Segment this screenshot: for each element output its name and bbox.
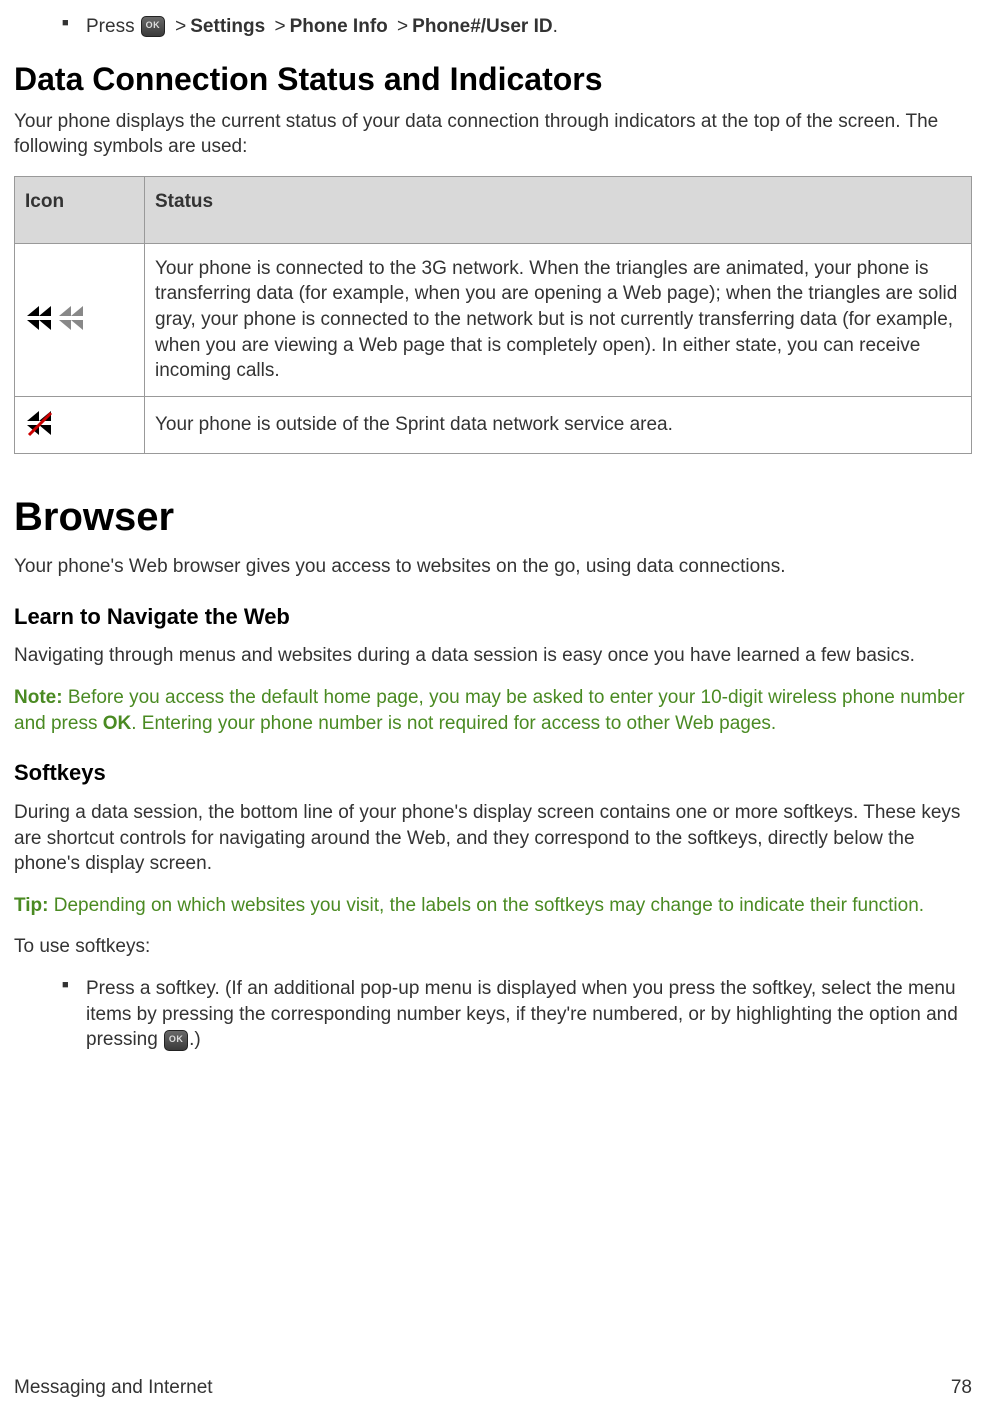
heading-softkeys: Softkeys bbox=[14, 758, 972, 788]
status-table: Icon Status Your phone is connected to t… bbox=[14, 176, 972, 454]
th-icon: Icon bbox=[15, 177, 145, 244]
intro-list: Press >Settings >Phone Info >Phone#/User… bbox=[14, 14, 972, 40]
use-softkeys-lead: To use softkeys: bbox=[14, 934, 972, 960]
th-status: Status bbox=[145, 177, 972, 244]
footer-section: Messaging and Internet bbox=[14, 1375, 213, 1401]
para-browser: Your phone's Web browser gives you acces… bbox=[14, 554, 972, 580]
para-softkeys: During a data session, the bottom line o… bbox=[14, 800, 972, 877]
tip-text: Depending on which websites you visit, t… bbox=[48, 895, 924, 916]
greater-icon: > bbox=[397, 16, 408, 37]
ok-icon bbox=[141, 16, 165, 37]
greater-icon: > bbox=[274, 16, 285, 37]
bullet-text-after: .) bbox=[189, 1029, 201, 1050]
footer-page-number: 78 bbox=[951, 1375, 972, 1401]
signal-3g-icon bbox=[25, 304, 89, 336]
note-ok: OK bbox=[103, 713, 132, 734]
table-row: Your phone is connected to the 3G networ… bbox=[15, 243, 972, 396]
tip-label: Tip: bbox=[14, 895, 48, 916]
press-label: Press bbox=[86, 16, 140, 37]
note-label: Note: bbox=[14, 687, 63, 708]
intro-bullet: Press >Settings >Phone Info >Phone#/User… bbox=[62, 14, 972, 40]
softkeys-list: Press a softkey. (If an additional pop-u… bbox=[14, 976, 972, 1053]
tip-block: Tip: Depending on which websites you vis… bbox=[14, 893, 972, 919]
softkeys-bullet: Press a softkey. (If an additional pop-u… bbox=[62, 976, 972, 1053]
heading-data-connection: Data Connection Status and Indicators bbox=[14, 58, 972, 101]
note-text-after: . Entering your phone number is not requ… bbox=[131, 713, 776, 734]
ok-icon bbox=[164, 1030, 188, 1051]
nav-settings: Settings bbox=[190, 16, 265, 37]
bullet-text-before: Press a softkey. (If an additional pop-u… bbox=[86, 978, 958, 1050]
nav-period: . bbox=[553, 16, 558, 37]
table-row: Your phone is outside of the Sprint data… bbox=[15, 396, 972, 453]
nav-phone-user-id: Phone#/User ID bbox=[412, 16, 552, 37]
para-data-connection: Your phone displays the current status o… bbox=[14, 109, 972, 160]
note-block: Note: Before you access the default home… bbox=[14, 685, 972, 736]
para-learn-navigate: Navigating through menus and websites du… bbox=[14, 643, 972, 669]
table-header-row: Icon Status bbox=[15, 177, 972, 244]
page-footer: Messaging and Internet 78 bbox=[14, 1375, 972, 1401]
icon-cell-no-service bbox=[15, 396, 145, 453]
signal-no-service-icon bbox=[25, 409, 57, 441]
nav-phone-info: Phone Info bbox=[290, 16, 388, 37]
greater-icon: > bbox=[175, 16, 186, 37]
heading-browser: Browser bbox=[14, 490, 972, 544]
icon-cell-3g bbox=[15, 243, 145, 396]
status-cell-3g: Your phone is connected to the 3G networ… bbox=[145, 243, 972, 396]
heading-learn-navigate: Learn to Navigate the Web bbox=[14, 602, 972, 632]
status-cell-no-service: Your phone is outside of the Sprint data… bbox=[145, 396, 972, 453]
